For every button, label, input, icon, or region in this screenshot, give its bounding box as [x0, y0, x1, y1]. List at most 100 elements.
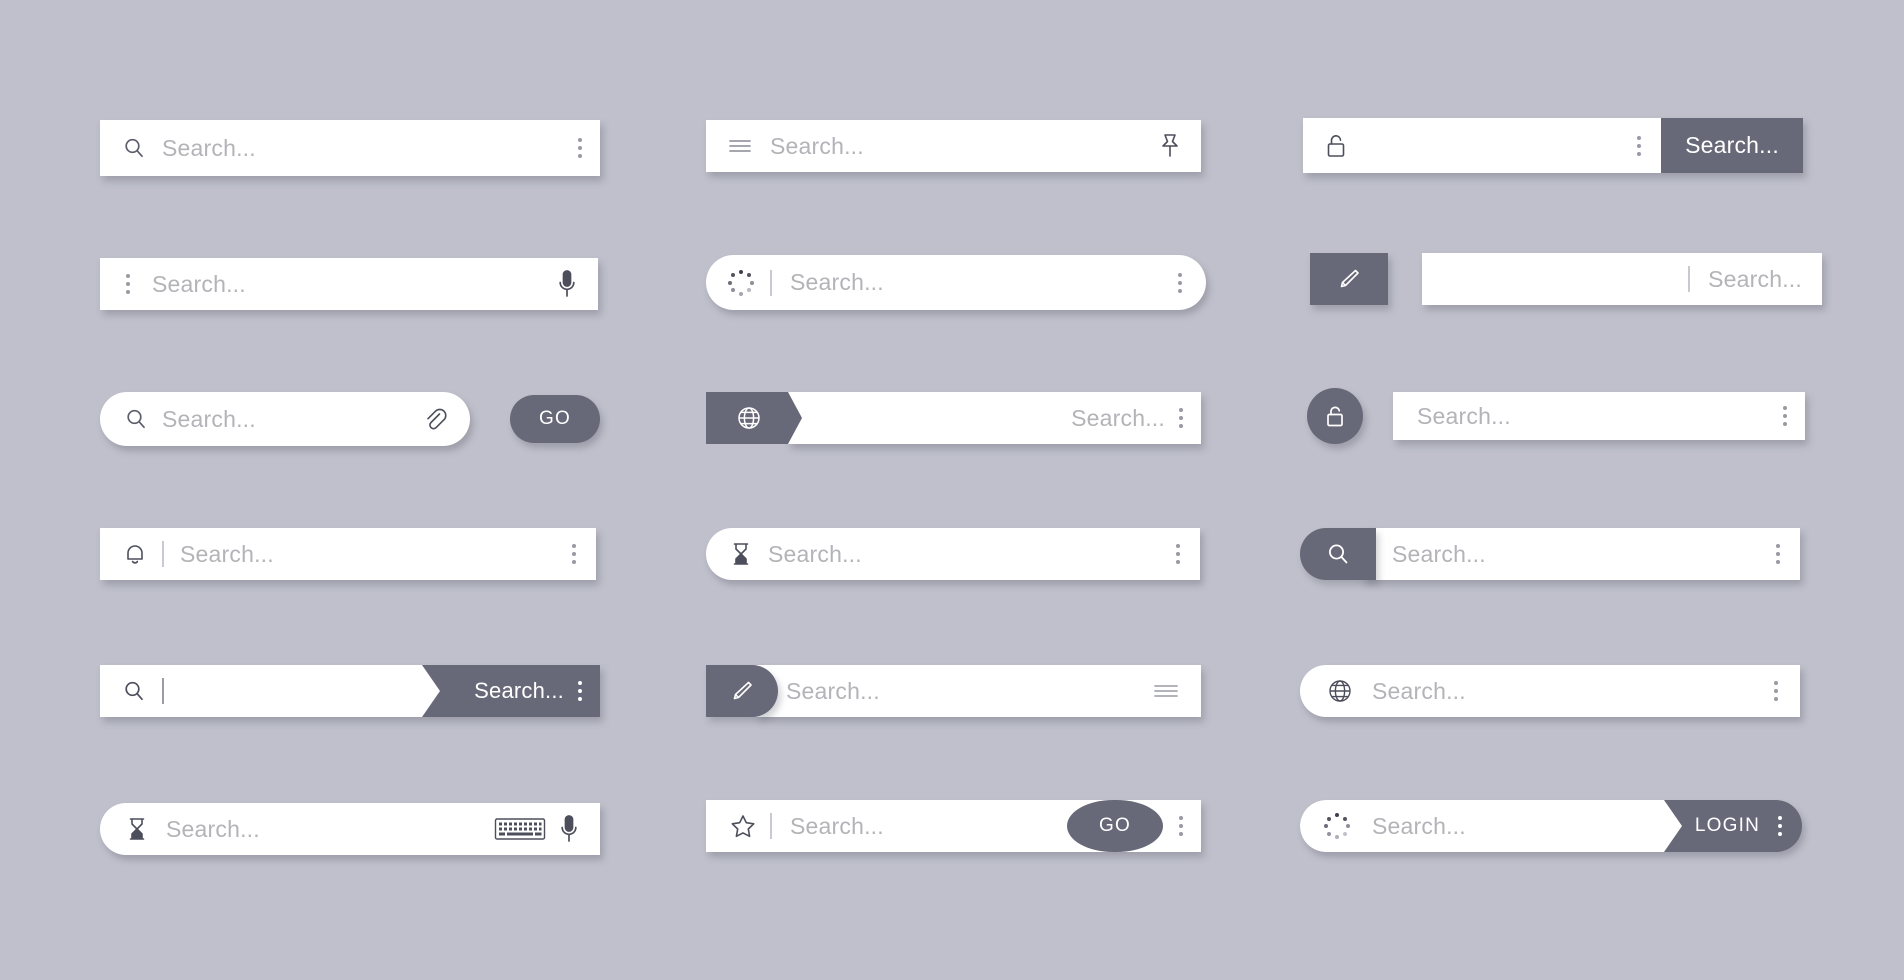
search-bar-11-placeholder: Search...: [768, 540, 862, 567]
search-bar-15: Search...: [1300, 665, 1800, 717]
search-bar-6-field[interactable]: Search...: [1422, 253, 1822, 305]
search-bar-10-field[interactable]: Search...: [100, 528, 596, 580]
kebab-menu-icon[interactable]: [1178, 272, 1182, 293]
search-bar-8-globe-button[interactable]: [706, 392, 802, 444]
search-bar-5-field[interactable]: Search...: [706, 255, 1206, 310]
search-bar-16-placeholder: Search...: [166, 815, 260, 842]
star-icon[interactable]: [730, 813, 756, 839]
search-bar-6-edit-button[interactable]: [1310, 253, 1388, 305]
search-bar-18-login-label: LOGIN: [1694, 815, 1760, 836]
kebab-menu-icon[interactable]: [1774, 681, 1778, 701]
search-bar-7: Search... GO: [100, 392, 600, 446]
search-bar-11-field[interactable]: Search...: [706, 528, 1200, 580]
magnifier-icon: [122, 679, 146, 703]
search-bar-7-field[interactable]: Search...: [100, 392, 470, 446]
search-bar-3: Search...: [1303, 118, 1803, 173]
search-bar-10: Search...: [100, 528, 596, 580]
search-bar-9-field[interactable]: Search...: [1393, 392, 1805, 440]
search-bar-16: Search...: [100, 803, 600, 855]
hourglass-icon: [730, 541, 752, 567]
kebab-menu-icon[interactable]: [1776, 544, 1780, 564]
search-bar-16-field[interactable]: Search...: [100, 803, 600, 855]
search-bar-6-placeholder: Search...: [1708, 265, 1802, 292]
bell-icon[interactable]: [122, 541, 148, 567]
search-bar-10-placeholder: Search...: [180, 540, 274, 567]
loading-spinner-icon: [728, 269, 754, 296]
search-bar-9-placeholder: Search...: [1417, 402, 1511, 429]
search-bar-17-field[interactable]: Search... GO: [706, 800, 1201, 852]
search-bar-2: Search...: [706, 120, 1201, 172]
search-bar-11: Search...: [706, 528, 1200, 580]
kebab-menu-icon[interactable]: [1179, 816, 1183, 836]
pencil-edit-icon: [1336, 266, 1362, 292]
search-bar-12: Search...: [1300, 528, 1800, 580]
search-bar-4-field[interactable]: Search...: [100, 258, 598, 310]
search-bar-4: Search...: [100, 258, 598, 310]
search-bar-1: Search...: [100, 120, 600, 176]
search-bar-12-placeholder: Search...: [1392, 540, 1486, 567]
search-bar-15-field[interactable]: Search...: [1300, 665, 1800, 717]
search-bar-18-field[interactable]: Search...: [1300, 800, 1682, 852]
kebab-menu-icon[interactable]: [126, 274, 130, 294]
search-bar-9: Search...: [1307, 388, 1805, 444]
search-bar-7-go-label: GO: [539, 408, 571, 429]
search-bar-7-placeholder: Search...: [162, 405, 256, 432]
magnifier-icon: [122, 136, 146, 160]
search-bar-12-search-button[interactable]: [1300, 528, 1376, 580]
search-bar-2-placeholder: Search...: [770, 132, 864, 159]
search-bar-13: Search...: [100, 665, 600, 717]
search-bar-9-lock-button[interactable]: [1307, 388, 1363, 444]
search-bar-8: Search...: [706, 392, 1201, 444]
search-bar-3-field[interactable]: Search...: [1303, 118, 1803, 173]
search-bar-14-placeholder: Search...: [786, 677, 880, 704]
kebab-menu-icon[interactable]: [578, 138, 582, 158]
search-bar-13-button-label: Search...: [474, 678, 564, 703]
search-bar-8-placeholder: Search...: [1071, 404, 1165, 431]
loading-spinner-icon: [1324, 813, 1350, 839]
pushpin-icon[interactable]: [1159, 133, 1181, 159]
paperclip-icon[interactable]: [422, 406, 448, 432]
search-bar-ui-kit: Search... Search... Search... Search... …: [0, 0, 1904, 980]
search-bar-14-field[interactable]: Search...: [756, 665, 1201, 717]
search-bar-17-go-label: GO: [1099, 815, 1131, 836]
search-bar-15-placeholder: Search...: [1372, 677, 1466, 704]
search-bar-3-button-label: Search...: [1685, 132, 1779, 158]
kebab-menu-icon[interactable]: [1637, 135, 1641, 156]
search-bar-8-field[interactable]: Search...: [788, 392, 1201, 444]
hamburger-menu-icon[interactable]: [1153, 681, 1179, 701]
search-bar-18-placeholder: Search...: [1372, 812, 1466, 839]
kebab-menu-icon[interactable]: [578, 681, 582, 701]
globe-icon: [735, 404, 763, 432]
kebab-menu-icon[interactable]: [1778, 816, 1782, 836]
search-bar-1-placeholder: Search...: [162, 134, 256, 161]
microphone-icon[interactable]: [558, 269, 576, 299]
search-bar-17-placeholder: Search...: [790, 812, 884, 839]
magnifier-icon: [1325, 541, 1351, 567]
search-bar-3-search-button[interactable]: Search...: [1661, 118, 1803, 173]
search-bar-1-field[interactable]: Search...: [100, 120, 600, 176]
search-bar-13-field[interactable]: [100, 665, 440, 717]
kebab-menu-icon[interactable]: [1179, 408, 1183, 428]
microphone-icon[interactable]: [560, 814, 578, 844]
search-bar-17-go-button[interactable]: GO: [1067, 800, 1163, 852]
kebab-menu-icon[interactable]: [572, 544, 576, 564]
search-bar-14-edit-button[interactable]: [706, 665, 778, 717]
search-bar-4-placeholder: Search...: [152, 270, 246, 297]
globe-icon: [1326, 677, 1354, 705]
padlock-open-icon: [1324, 403, 1346, 429]
kebab-menu-icon[interactable]: [1783, 406, 1787, 426]
search-bar-2-field[interactable]: Search...: [706, 120, 1201, 172]
pencil-edit-icon: [729, 678, 755, 704]
search-bar-5: Search...: [706, 255, 1206, 310]
search-bar-6: Search...: [1310, 253, 1822, 305]
search-bar-7-go-button[interactable]: GO: [510, 395, 600, 443]
search-bar-5-placeholder: Search...: [790, 269, 884, 295]
search-bar-17: Search... GO: [706, 800, 1201, 852]
hamburger-menu-icon[interactable]: [728, 136, 752, 156]
padlock-open-icon: [1325, 133, 1347, 159]
search-bar-14: Search...: [706, 665, 1201, 717]
magnifier-icon: [124, 407, 148, 431]
search-bar-12-field[interactable]: Search...: [1362, 528, 1800, 580]
kebab-menu-icon[interactable]: [1176, 544, 1180, 564]
keyboard-icon[interactable]: [494, 814, 546, 844]
